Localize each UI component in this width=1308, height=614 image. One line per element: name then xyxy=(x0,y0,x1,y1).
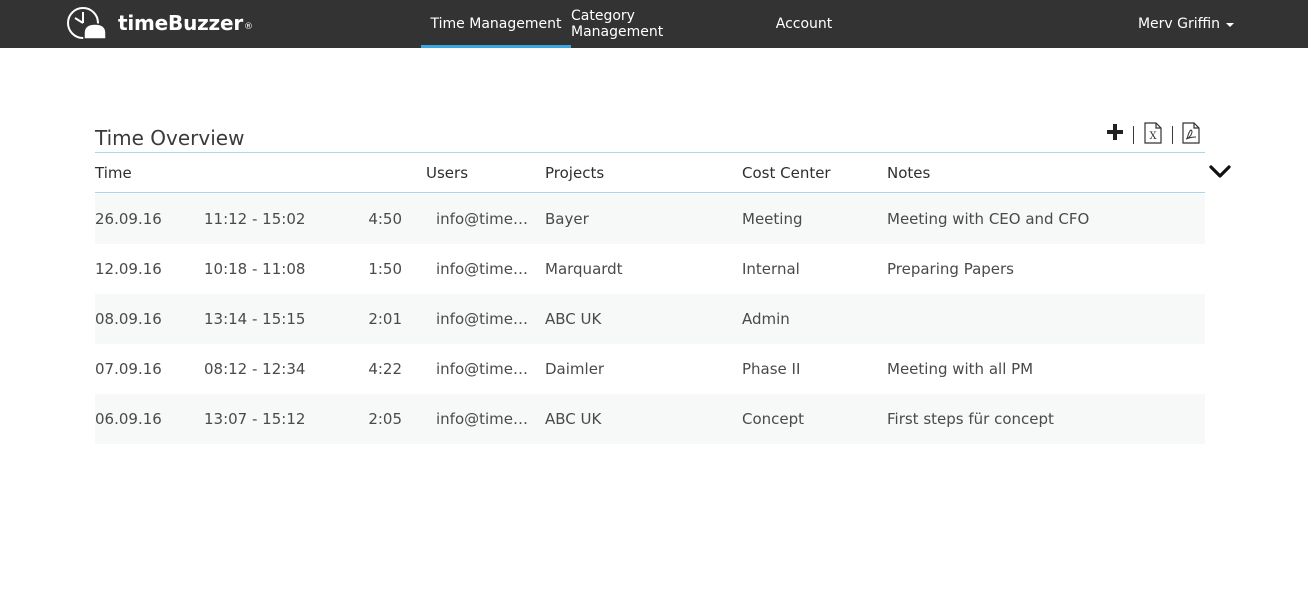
cell-project: Marquardt xyxy=(545,260,623,278)
cell-user: info@timebuzzer.com xyxy=(436,260,536,278)
column-header-users[interactable]: Users xyxy=(426,153,468,193)
cell-cost-center: Meeting xyxy=(742,210,803,228)
user-menu[interactable]: Merv Griffin xyxy=(1130,0,1242,48)
cell-date: 12.09.16 xyxy=(95,260,162,278)
cell-cost-center: Phase II xyxy=(742,360,801,378)
cell-time-range: 13:14 - 15:15 xyxy=(204,310,306,328)
top-navbar: timeBuzzer ® Time Management Category Ma… xyxy=(0,0,1308,48)
pdf-export-icon[interactable] xyxy=(1182,122,1200,144)
column-header-projects[interactable]: Projects xyxy=(545,153,604,193)
cell-cost-center: Internal xyxy=(742,260,800,278)
column-header-time[interactable]: Time xyxy=(95,153,132,193)
cell-note xyxy=(887,294,1197,344)
nav-account-label: Account xyxy=(775,16,833,32)
cell-user: info@timebuzzer.com xyxy=(436,310,536,328)
table-body: 26.09.16 11:12 - 15:02 4:50 info@timebuz… xyxy=(95,194,1205,444)
table-toolbar: X xyxy=(1102,118,1212,150)
nav-category-management-label: Category Management xyxy=(571,8,664,40)
cell-note: First steps für concept xyxy=(887,410,1054,428)
cell-user: info@timebuzzer.com xyxy=(436,360,536,378)
toolbar-separator xyxy=(1133,126,1134,144)
nav-time-management[interactable]: Time Management xyxy=(421,0,571,48)
user-name: Merv Griffin xyxy=(1137,16,1221,32)
cell-duration: 1:50 xyxy=(368,260,402,278)
cell-note: Meeting with CEO and CFO xyxy=(887,210,1090,228)
app-logo[interactable]: timeBuzzer ® xyxy=(66,6,253,40)
cell-note: Preparing Papers xyxy=(887,260,1014,278)
toolbar-separator xyxy=(1172,126,1173,144)
cell-time-range: 13:07 - 15:12 xyxy=(204,410,306,428)
cell-date: 07.09.16 xyxy=(95,360,162,378)
table-row[interactable]: 08.09.16 13:14 - 15:15 2:01 info@timebuz… xyxy=(95,294,1205,344)
clock-buzzer-icon xyxy=(67,7,107,40)
registered-mark: ® xyxy=(244,22,254,32)
cell-date: 08.09.16 xyxy=(95,310,162,328)
cell-project: ABC UK xyxy=(545,310,602,328)
table-row[interactable]: 12.09.16 10:18 - 11:08 1:50 info@timebuz… xyxy=(95,244,1205,294)
column-header-notes[interactable]: Notes xyxy=(887,153,930,193)
logo-text: timeBuzzer xyxy=(118,11,244,35)
cell-time-range: 10:18 - 11:08 xyxy=(204,260,306,278)
nav-time-management-label: Time Management xyxy=(430,16,562,32)
cell-project: ABC UK xyxy=(545,410,602,428)
nav-account[interactable]: Account xyxy=(765,0,843,48)
nav-category-management[interactable]: Category Management xyxy=(571,0,729,48)
cell-time-range: 08:12 - 12:34 xyxy=(204,360,306,378)
svg-text:X: X xyxy=(1149,131,1157,142)
cell-duration: 4:50 xyxy=(368,210,402,228)
page-title: Time Overview xyxy=(95,126,245,150)
cell-note: Meeting with all PM xyxy=(887,360,1034,378)
cell-project: Daimler xyxy=(545,360,605,378)
column-header-cost-center[interactable]: Cost Center xyxy=(742,153,831,193)
cell-time-range: 11:12 - 15:02 xyxy=(204,210,306,228)
cell-duration: 2:01 xyxy=(368,310,402,328)
table-row[interactable]: 06.09.16 13:07 - 15:12 2:05 info@timebuz… xyxy=(95,394,1205,444)
table-row[interactable]: 26.09.16 11:12 - 15:02 4:50 info@timebuz… xyxy=(95,194,1205,244)
caret-down-icon xyxy=(1226,23,1235,27)
cell-duration: 2:05 xyxy=(368,410,402,428)
cell-date: 26.09.16 xyxy=(95,210,162,228)
chevron-down-icon[interactable] xyxy=(1209,164,1231,180)
cell-date: 06.09.16 xyxy=(95,410,162,428)
cell-project: Bayer xyxy=(545,210,589,228)
table-row[interactable]: 07.09.16 08:12 - 12:34 4:22 info@timebuz… xyxy=(95,344,1205,394)
cell-cost-center: Admin xyxy=(742,310,790,328)
cell-user: info@timebuzzer.com xyxy=(436,210,536,228)
cell-cost-center: Concept xyxy=(742,410,805,428)
table-header: Time Users Projects Cost Center Notes xyxy=(95,153,1205,193)
cell-duration: 4:22 xyxy=(368,360,402,378)
cell-user: info@timebuzzer.com xyxy=(436,410,536,428)
plus-icon[interactable] xyxy=(1106,123,1124,141)
excel-export-icon[interactable]: X xyxy=(1144,122,1162,144)
